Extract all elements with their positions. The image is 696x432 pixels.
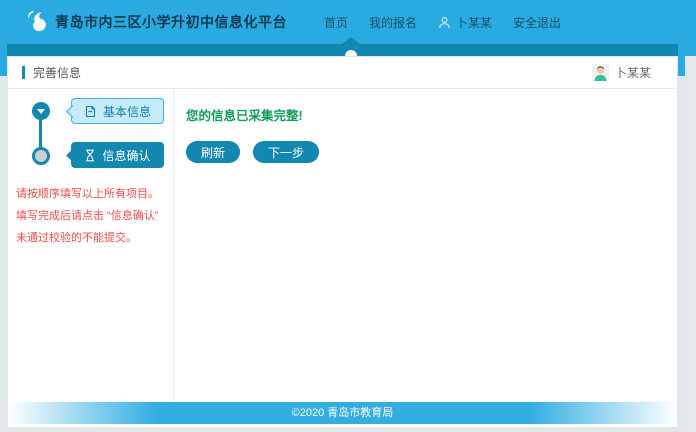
success-message: 您的信息已采集完整! — [186, 105, 667, 124]
instruction-notes: 请按顺序填写以上所有项目。 填写完成后请点击 “信息确认” 未通过校验的不能提交… — [16, 183, 169, 249]
refresh-button[interactable]: 刷新 — [186, 141, 240, 163]
header-stripe — [7, 44, 678, 56]
step-label: 基本信息 — [103, 103, 151, 120]
page-title: 完善信息 — [33, 64, 81, 81]
title-accent-bar — [22, 66, 25, 79]
avatar — [592, 64, 609, 81]
content-area: 基本信息 信息确认 请按顺序填写以上所有项目。 填写完成后请点击 “信息确认” … — [8, 89, 677, 401]
step-label: 信息确认 — [102, 147, 150, 164]
nav-item-logout[interactable]: 安全退出 — [513, 14, 561, 31]
nav-item-home[interactable]: 首页 — [324, 14, 348, 31]
subheader-user-name: 卜某某 — [615, 64, 651, 81]
note-line: 填写完成后请点击 “信息确认” — [16, 205, 169, 227]
next-step-button[interactable]: 下一步 — [253, 141, 319, 163]
nav-user-name: 卜某某 — [456, 14, 492, 31]
nav-user[interactable]: 卜某某 — [438, 14, 492, 31]
main-nav: 首页 我的报名 卜某某 安全退出 — [303, 14, 561, 31]
app-window: 青岛市内三区小学升初中信息化平台 首页 我的报名 卜某某 安全退出 完善信息 — [0, 0, 696, 432]
person-icon — [438, 16, 451, 29]
main-content: 您的信息已采集完整! 刷新 下一步 — [174, 89, 677, 401]
step-marker-confirm-info — [32, 147, 50, 165]
active-tab-caret-icon — [342, 37, 360, 44]
action-buttons: 刷新 下一步 — [186, 141, 667, 163]
hourglass-icon — [84, 149, 96, 162]
note-line: 未通过校验的不能提交。 — [16, 227, 169, 249]
step-basic-info[interactable]: 基本信息 — [71, 98, 164, 124]
footer-copyright: ©2020 青岛市教育局 — [8, 402, 677, 424]
step-confirm-info[interactable]: 信息确认 — [71, 142, 164, 168]
note-line: 请按顺序填写以上所有项目。 — [16, 183, 169, 205]
step-sidebar: 基本信息 信息确认 请按顺序填写以上所有项目。 填写完成后请点击 “信息确认” … — [8, 89, 174, 401]
content-panel: 完善信息 卜某某 — [7, 56, 678, 428]
document-icon — [84, 105, 97, 118]
subheader-user[interactable]: 卜某某 — [592, 64, 651, 81]
step-marker-basic-info — [32, 102, 50, 120]
site-title: 青岛市内三区小学升初中信息化平台 — [55, 12, 287, 32]
step-pointer-icon — [66, 105, 79, 118]
scrollbar-track[interactable] — [685, 56, 696, 432]
platform-logo-icon — [26, 10, 47, 34]
nav-item-my-registration[interactable]: 我的报名 — [369, 14, 417, 31]
step-pointer-icon — [66, 149, 79, 162]
page-subheader: 完善信息 卜某某 — [8, 57, 677, 89]
caret-down-icon — [37, 109, 45, 114]
